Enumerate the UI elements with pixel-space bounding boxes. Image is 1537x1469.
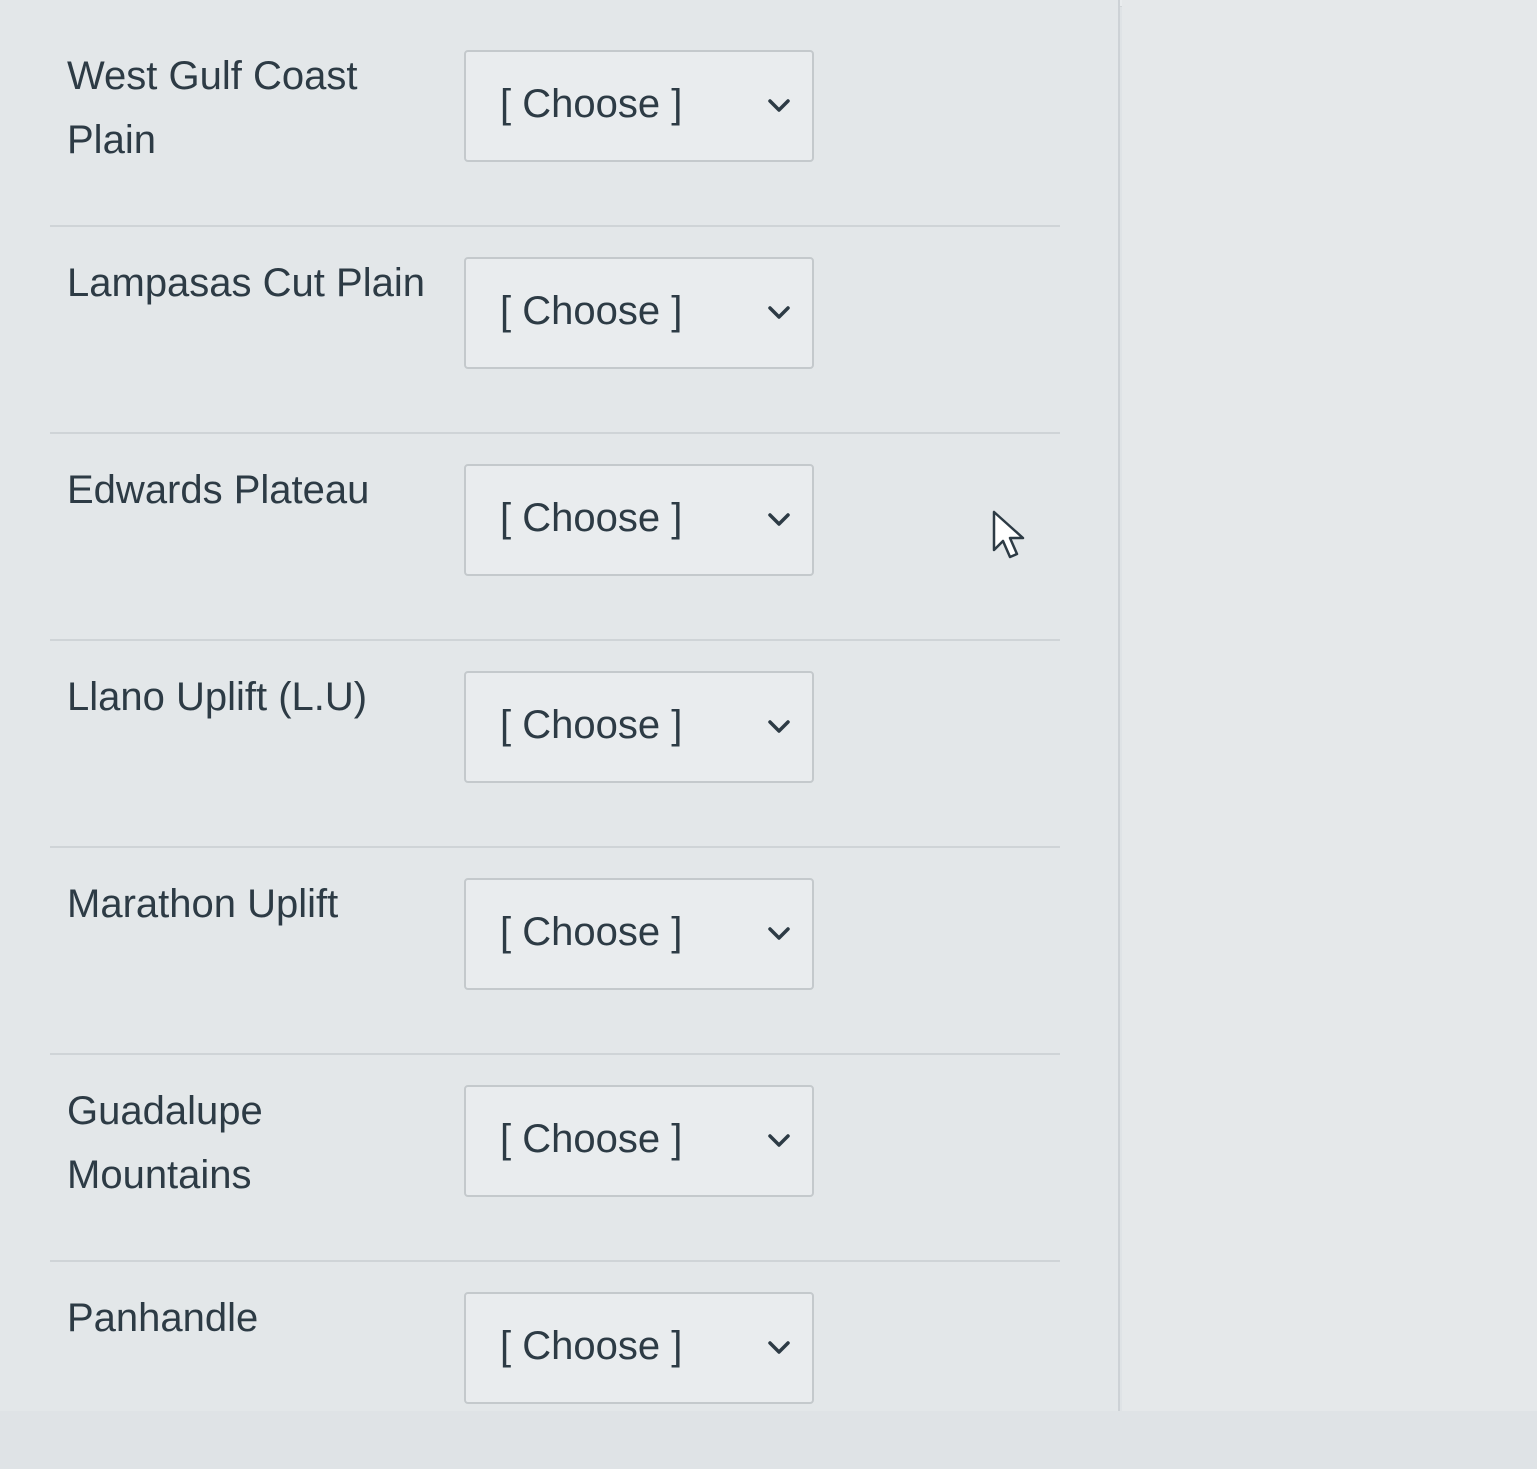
- select-value: [ Choose ]: [500, 703, 683, 747]
- select-value: [ Choose ]: [500, 82, 683, 126]
- select-value: [ Choose ]: [500, 910, 683, 954]
- match-row-guadalupe-mountains: Guadalupe Mountains [ Choose ]: [50, 1055, 1060, 1262]
- answer-select[interactable]: [ Choose ]: [464, 50, 814, 162]
- chevron-down-icon: [768, 1134, 790, 1147]
- right-side-panel: [1122, 0, 1537, 1411]
- select-value: [ Choose ]: [500, 289, 683, 333]
- match-label: Lampasas Cut Plain: [67, 261, 425, 305]
- mouse-pointer-icon: [992, 510, 1025, 559]
- select-value: [ Choose ]: [500, 1117, 683, 1161]
- match-label: Panhandle: [67, 1296, 259, 1340]
- match-label: West Gulf Coast Plain: [67, 54, 358, 162]
- match-row-lampasas-cut-plain: Lampasas Cut Plain [ Choose ]: [50, 227, 1060, 434]
- chevron-down-icon: [768, 927, 790, 940]
- select-value: [ Choose ]: [500, 496, 683, 540]
- answer-select[interactable]: [ Choose ]: [464, 671, 814, 783]
- match-row-marathon-uplift: Marathon Uplift [ Choose ]: [50, 848, 1060, 1055]
- quiz-question-panel: West Gulf Coast Plain [ Choose ] Lampasa…: [0, 0, 1120, 1411]
- chevron-down-icon: [768, 513, 790, 526]
- match-label: Marathon Uplift: [67, 882, 339, 926]
- match-label: Edwards Plateau: [67, 468, 370, 512]
- matching-list: West Gulf Coast Plain [ Choose ] Lampasa…: [50, 20, 1060, 1469]
- answer-select[interactable]: [ Choose ]: [464, 878, 814, 990]
- chevron-down-icon: [768, 99, 790, 112]
- chevron-down-icon: [768, 1341, 790, 1354]
- match-row-edwards-plateau: Edwards Plateau [ Choose ]: [50, 434, 1060, 641]
- match-row-llano-uplift: Llano Uplift (L.U) [ Choose ]: [50, 641, 1060, 848]
- answer-select[interactable]: [ Choose ]: [464, 1085, 814, 1197]
- chevron-down-icon: [768, 720, 790, 733]
- match-label: Llano Uplift (L.U): [67, 675, 368, 719]
- chevron-down-icon: [768, 306, 790, 319]
- match-label: Guadalupe Mountains: [67, 1089, 263, 1197]
- match-row-west-gulf-coast-plain: West Gulf Coast Plain [ Choose ]: [50, 20, 1060, 227]
- answer-select[interactable]: [ Choose ]: [464, 1292, 814, 1404]
- select-value: [ Choose ]: [500, 1324, 683, 1368]
- answer-select[interactable]: [ Choose ]: [464, 257, 814, 369]
- match-row-panhandle: Panhandle [ Choose ]: [50, 1262, 1060, 1469]
- answer-select[interactable]: [ Choose ]: [464, 464, 814, 576]
